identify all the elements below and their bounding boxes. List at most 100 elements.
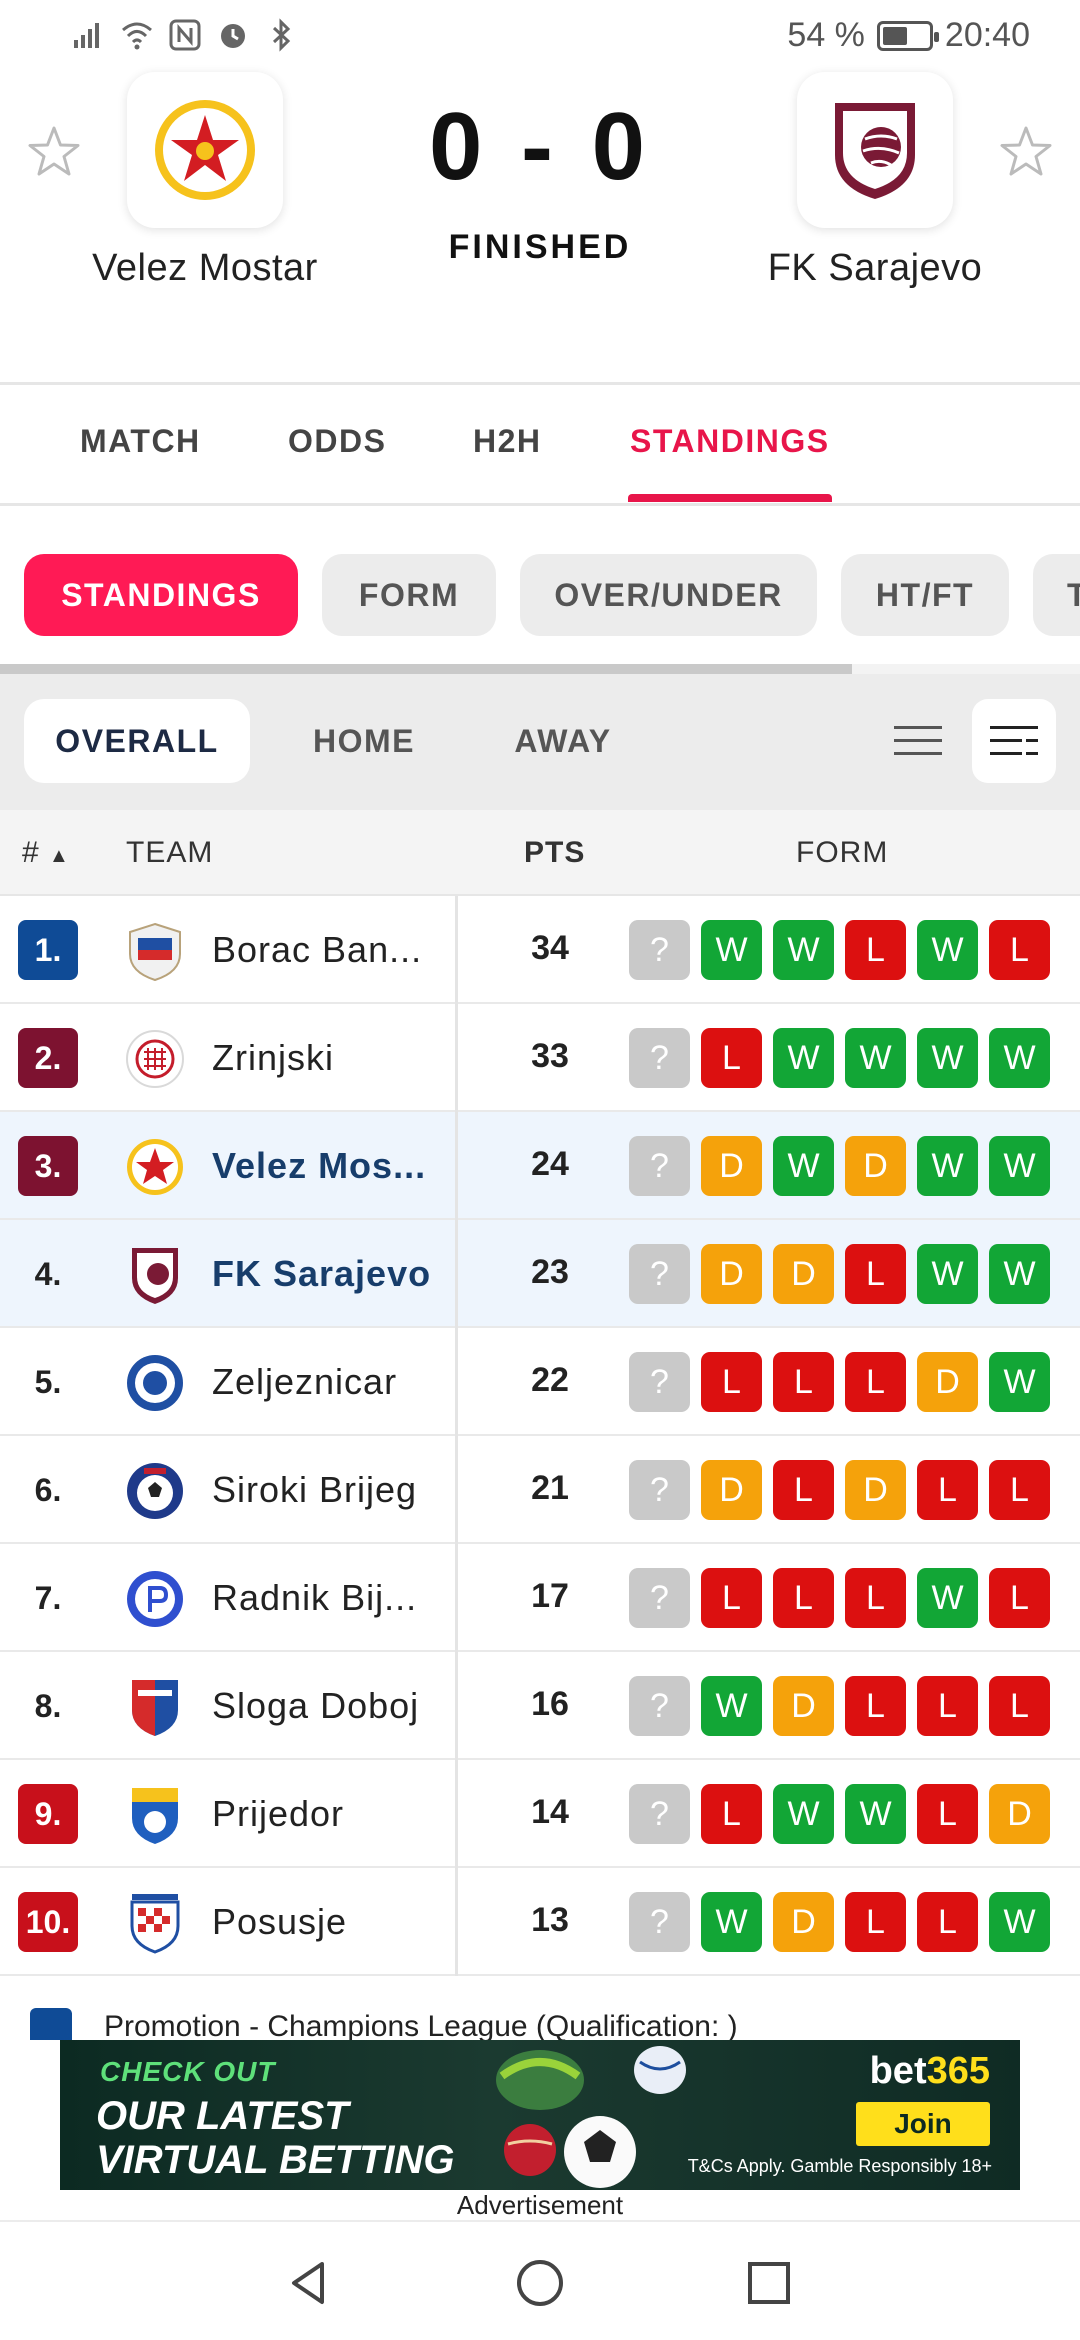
form-result-badge[interactable]: W — [845, 1784, 906, 1844]
form-result-badge[interactable]: W — [917, 1028, 978, 1088]
form-result-badge[interactable]: W — [989, 1352, 1050, 1412]
form-result-badge[interactable]: D — [773, 1244, 834, 1304]
form-upcoming-badge[interactable]: ? — [629, 1460, 690, 1520]
form-result-badge[interactable]: W — [917, 1568, 978, 1628]
row-team-name[interactable]: Prijedor — [212, 1793, 344, 1835]
col-pts-header[interactable]: PTS — [524, 836, 585, 870]
segment-away[interactable]: AWAY — [478, 699, 648, 783]
form-result-badge[interactable]: L — [701, 1352, 762, 1412]
form-result-badge[interactable]: L — [701, 1784, 762, 1844]
form-result-badge[interactable]: L — [917, 1892, 978, 1952]
form-result-badge[interactable]: W — [773, 1136, 834, 1196]
segment-home[interactable]: HOME — [278, 699, 450, 783]
col-rank-header[interactable]: # ▲ — [22, 836, 70, 870]
chip-over-under[interactable]: OVER/UNDER — [520, 554, 817, 636]
form-result-badge[interactable]: W — [917, 920, 978, 980]
form-result-badge[interactable]: L — [845, 1568, 906, 1628]
table-row[interactable]: 3. Velez Mos... 24? D W D W W — [0, 1112, 1080, 1220]
form-result-badge[interactable]: L — [845, 1352, 906, 1412]
table-row[interactable]: 7. Radnik Bij... 17? L L L W L — [0, 1544, 1080, 1652]
back-icon[interactable] — [284, 2258, 334, 2308]
form-result-badge[interactable]: W — [701, 920, 762, 980]
form-result-badge[interactable]: L — [989, 1460, 1050, 1520]
tab-h2h[interactable]: H2H — [473, 423, 542, 460]
form-result-badge[interactable]: L — [701, 1568, 762, 1628]
form-result-badge[interactable]: D — [701, 1244, 762, 1304]
form-upcoming-badge[interactable]: ? — [629, 1784, 690, 1844]
segment-overall[interactable]: OVERALL — [24, 699, 250, 783]
form-result-badge[interactable]: D — [845, 1136, 906, 1196]
form-result-badge[interactable]: L — [773, 1352, 834, 1412]
form-upcoming-badge[interactable]: ? — [629, 1244, 690, 1304]
form-result-badge[interactable]: L — [845, 1244, 906, 1304]
recents-icon[interactable] — [744, 2258, 794, 2308]
advertisement-banner[interactable]: CHECK OUT OUR LATEST VIRTUAL BETTING bet… — [60, 2040, 1020, 2190]
form-result-badge[interactable]: W — [989, 1136, 1050, 1196]
home-team-logo[interactable] — [127, 72, 283, 228]
form-upcoming-badge[interactable]: ? — [629, 1676, 690, 1736]
form-result-badge[interactable]: L — [989, 920, 1050, 980]
chip-ht-ft[interactable]: HT/FT — [841, 554, 1009, 636]
chip-form[interactable]: FORM — [322, 554, 496, 636]
favorite-home-star-icon[interactable] — [24, 122, 84, 182]
compact-view-button[interactable] — [876, 699, 960, 783]
form-result-badge[interactable]: L — [701, 1028, 762, 1088]
row-team-name[interactable]: FK Sarajevo — [212, 1253, 431, 1295]
form-result-badge[interactable]: L — [845, 1892, 906, 1952]
detailed-view-button[interactable] — [972, 699, 1056, 783]
form-result-badge[interactable]: D — [773, 1892, 834, 1952]
form-result-badge[interactable]: L — [773, 1460, 834, 1520]
form-result-badge[interactable]: L — [845, 920, 906, 980]
favorite-away-star-icon[interactable] — [996, 122, 1056, 182]
chips-scroll-thumb[interactable] — [0, 664, 852, 674]
row-team-name[interactable]: Borac Ban... — [212, 929, 422, 971]
form-result-badge[interactable]: W — [989, 1028, 1050, 1088]
table-row[interactable]: 10. Posusje 13? W D L L W — [0, 1868, 1080, 1976]
form-result-badge[interactable]: W — [917, 1244, 978, 1304]
chips-scrollbar[interactable] — [0, 664, 1080, 674]
form-result-badge[interactable]: W — [917, 1136, 978, 1196]
tab-match[interactable]: MATCH — [80, 423, 201, 460]
tab-odds[interactable]: ODDS — [288, 423, 386, 460]
form-result-badge[interactable]: D — [701, 1460, 762, 1520]
table-row[interactable]: 4. FK Sarajevo 23? D D L W W — [0, 1220, 1080, 1328]
row-team-name[interactable]: Zeljeznicar — [212, 1361, 397, 1403]
form-result-badge[interactable]: L — [917, 1784, 978, 1844]
form-result-badge[interactable]: L — [845, 1676, 906, 1736]
form-result-badge[interactable]: W — [845, 1028, 906, 1088]
form-result-badge[interactable]: W — [773, 1784, 834, 1844]
table-row[interactable]: 9. Prijedor 14? L W W L D — [0, 1760, 1080, 1868]
form-result-badge[interactable]: D — [989, 1784, 1050, 1844]
form-upcoming-badge[interactable]: ? — [629, 1892, 690, 1952]
form-upcoming-badge[interactable]: ? — [629, 920, 690, 980]
form-result-badge[interactable]: W — [701, 1892, 762, 1952]
row-team-name[interactable]: Sloga Doboj — [212, 1685, 419, 1727]
form-result-badge[interactable]: D — [773, 1676, 834, 1736]
form-result-badge[interactable]: L — [917, 1460, 978, 1520]
form-result-badge[interactable]: W — [773, 920, 834, 980]
row-team-name[interactable]: Radnik Bij... — [212, 1577, 417, 1619]
ad-join-button[interactable]: Join — [856, 2102, 990, 2146]
form-result-badge[interactable]: D — [845, 1460, 906, 1520]
table-row[interactable]: 6. Siroki Brijeg 21? D L D L L — [0, 1436, 1080, 1544]
form-result-badge[interactable]: L — [989, 1676, 1050, 1736]
row-team-name[interactable]: Zrinjski — [212, 1037, 334, 1079]
form-result-badge[interactable]: W — [773, 1028, 834, 1088]
row-team-name[interactable]: Posusje — [212, 1901, 347, 1943]
chip-standings[interactable]: STANDINGS — [24, 554, 298, 636]
home-icon[interactable] — [515, 2258, 565, 2308]
table-row[interactable]: 5. Zeljeznicar 22? L L L D W — [0, 1328, 1080, 1436]
tab-standings[interactable]: STANDINGS — [630, 423, 830, 460]
form-upcoming-badge[interactable]: ? — [629, 1352, 690, 1412]
away-team-name[interactable]: FK Sarajevo — [715, 247, 1035, 290]
form-result-badge[interactable]: W — [989, 1892, 1050, 1952]
row-team-name[interactable]: Siroki Brijeg — [212, 1469, 417, 1511]
form-upcoming-badge[interactable]: ? — [629, 1568, 690, 1628]
home-team-name[interactable]: Velez Mostar — [45, 247, 365, 290]
form-result-badge[interactable]: L — [773, 1568, 834, 1628]
form-result-badge[interactable]: D — [917, 1352, 978, 1412]
form-result-badge[interactable]: L — [917, 1676, 978, 1736]
form-result-badge[interactable]: D — [701, 1136, 762, 1196]
away-team-logo[interactable] — [797, 72, 953, 228]
row-team-name[interactable]: Velez Mos... — [212, 1145, 426, 1187]
